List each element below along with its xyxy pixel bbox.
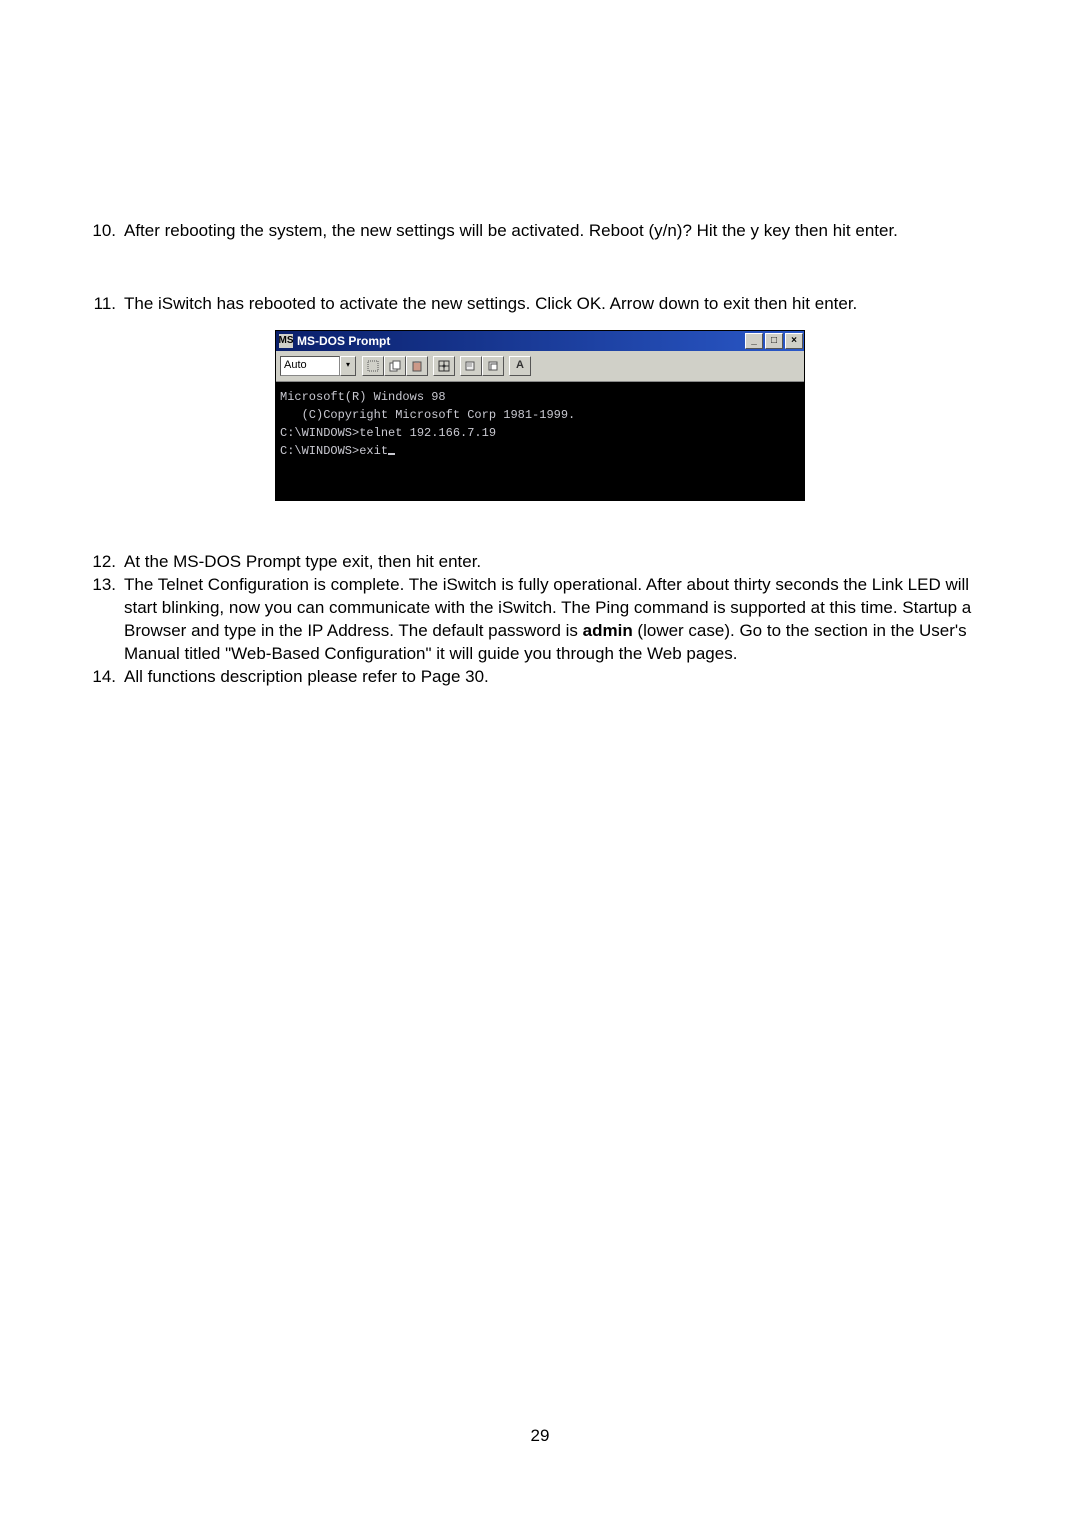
step-14: 14. All functions description please ref… <box>80 666 1000 689</box>
font-size-select[interactable]: Auto <box>280 356 340 376</box>
terminal-line: C:\WINDOWS>telnet 192.166.7.19 <box>280 424 800 442</box>
window-title: MS-DOS Prompt <box>297 333 744 349</box>
toolbar: Auto ▾ <box>276 351 804 382</box>
step-number: 12. <box>80 551 124 574</box>
paste-button[interactable] <box>406 356 428 376</box>
step-text: All functions description please refer t… <box>124 666 1000 689</box>
step-text: The iSwitch has rebooted to activate the… <box>124 293 1000 316</box>
close-button[interactable]: × <box>785 333 803 349</box>
properties-button[interactable] <box>460 356 482 376</box>
page-number: 29 <box>0 1425 1080 1448</box>
step-number: 10. <box>80 220 124 243</box>
msdos-icon: MS <box>279 334 293 348</box>
step-12: 12. At the MS-DOS Prompt type exit, then… <box>80 551 1000 574</box>
step-11: 11. The iSwitch has rebooted to activate… <box>80 293 1000 316</box>
step-number: 14. <box>80 666 124 689</box>
copy-button[interactable] <box>384 356 406 376</box>
background-button[interactable] <box>482 356 504 376</box>
step-text: After rebooting the system, the new sett… <box>124 220 1000 243</box>
mark-button[interactable] <box>362 356 384 376</box>
terminal-line: Microsoft(R) Windows 98 <box>280 388 800 406</box>
document-page: 10. After rebooting the system, the new … <box>0 0 1080 1528</box>
terminal-area[interactable]: Microsoft(R) Windows 98 (C)Copyright Mic… <box>276 382 804 500</box>
minimize-button[interactable]: _ <box>745 333 763 349</box>
step-10: 10. After rebooting the system, the new … <box>80 220 1000 243</box>
titlebar: MS MS-DOS Prompt _ □ × <box>276 331 804 351</box>
step-number: 13. <box>80 574 124 666</box>
terminal-line: (C)Copyright Microsoft Corp 1981-1999. <box>280 406 800 424</box>
maximize-button[interactable]: □ <box>765 333 783 349</box>
dos-window: MS MS-DOS Prompt _ □ × Auto ▾ <box>275 330 805 501</box>
window-controls: _ □ × <box>744 333 804 349</box>
step-number: 11. <box>80 293 124 316</box>
dropdown-button[interactable]: ▾ <box>340 356 356 376</box>
dos-screenshot: MS MS-DOS Prompt _ □ × Auto ▾ <box>275 330 805 501</box>
cursor-icon <box>388 453 395 455</box>
step-text: At the MS-DOS Prompt type exit, then hit… <box>124 551 1000 574</box>
font-button[interactable]: A <box>509 356 531 376</box>
fullscreen-button[interactable] <box>433 356 455 376</box>
step-text: The Telnet Configuration is complete. Th… <box>124 574 1000 666</box>
step-13: 13. The Telnet Configuration is complete… <box>80 574 1000 666</box>
terminal-line: C:\WINDOWS>exit <box>280 442 800 460</box>
